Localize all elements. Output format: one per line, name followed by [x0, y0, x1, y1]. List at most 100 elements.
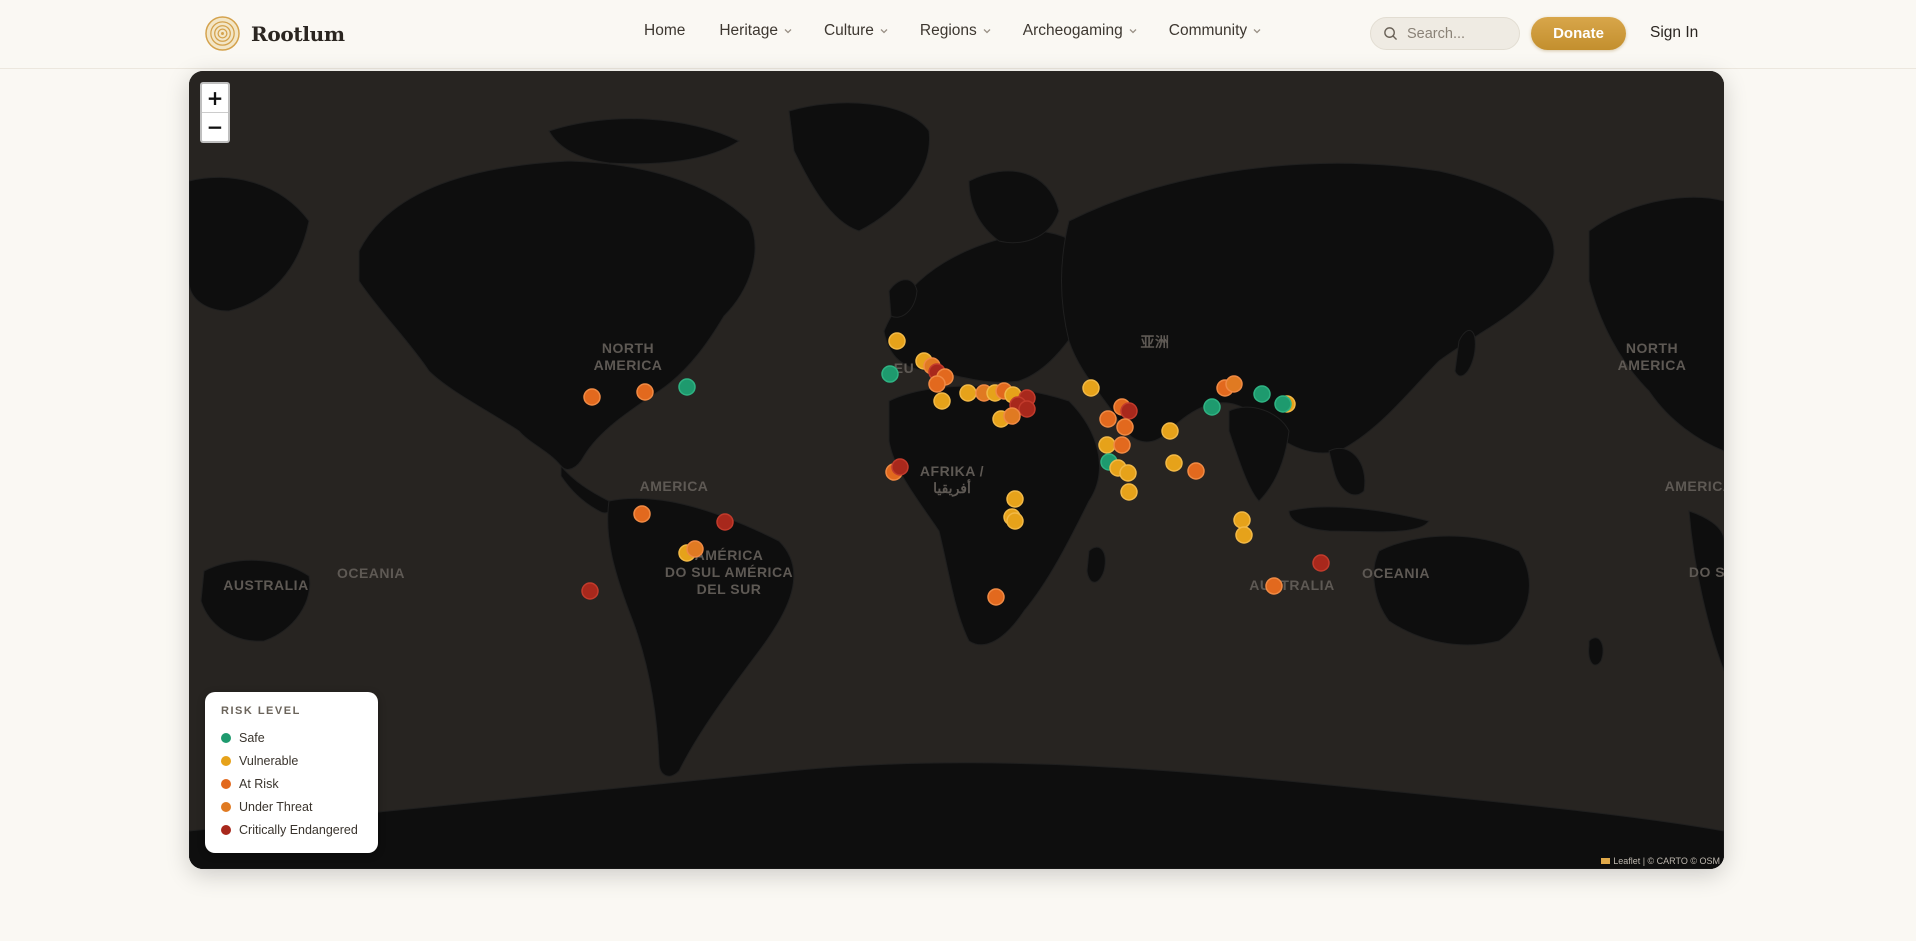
site-marker[interactable] [1225, 375, 1243, 393]
attribution-text: Leaflet | © CARTO © OSM [1613, 856, 1720, 866]
zoom-out-button[interactable]: − [202, 113, 228, 141]
site-marker[interactable] [633, 505, 651, 523]
world-map-base: NORTH AMERICA NORTH AMERICA AMERICA AMER… [189, 71, 1724, 869]
map-attribution[interactable]: Leaflet | © CARTO © OSM [1601, 856, 1720, 866]
legend-item-critically-endangered: Critically Endangered [221, 818, 362, 841]
label-south-america-2: DO SUL AMÉRICA [665, 564, 793, 580]
chevron-down-icon [1129, 29, 1137, 34]
nav-heritage[interactable]: Heritage [719, 22, 793, 40]
label-north-america-1: NORTH [602, 340, 654, 356]
site-marker[interactable] [1312, 554, 1330, 572]
nav-community[interactable]: Community [1169, 22, 1262, 40]
site-marker[interactable] [959, 384, 977, 402]
site-marker[interactable] [1116, 418, 1134, 436]
site-marker[interactable] [1253, 385, 1271, 403]
site-marker[interactable] [1099, 410, 1117, 428]
site-marker[interactable] [636, 383, 654, 401]
legend-title: RISK LEVEL [221, 705, 301, 717]
nav-archeogaming-label: Archeogaming [1022, 22, 1123, 39]
site-marker[interactable] [583, 388, 601, 406]
legend-item-safe: Safe [221, 726, 362, 749]
chevron-down-icon [1253, 29, 1261, 34]
legend-item-vulnerable: Vulnerable [221, 749, 362, 772]
label-oceania: OCEANIA [1362, 565, 1430, 581]
legend-item-at-risk: At Risk [221, 772, 362, 795]
nav-home-label: Home [644, 22, 686, 39]
label-australia: AUSTRALIA [1249, 577, 1334, 593]
label-america: AMERICA [640, 478, 709, 494]
heritage-risk-map[interactable]: NORTH AMERICA NORTH AMERICA AMERICA AMER… [189, 71, 1724, 869]
site-marker[interactable] [716, 513, 734, 531]
legend-dot-icon [221, 755, 231, 766]
search-box[interactable] [1370, 17, 1520, 50]
legend-label: At Risk [239, 776, 279, 791]
label-north-america-2: AMERICA [594, 357, 663, 373]
site-marker[interactable] [1120, 483, 1138, 501]
nav-heritage-label: Heritage [719, 22, 778, 39]
site-marker[interactable] [1203, 398, 1221, 416]
label-africa-2: أفريقيا [933, 478, 971, 497]
zoom-in-button[interactable]: + [202, 84, 228, 113]
search-input[interactable] [1407, 25, 1507, 42]
legend-dot-icon [221, 801, 231, 812]
nav-archeogaming[interactable]: Archeogaming [1023, 22, 1138, 40]
site-marker[interactable] [1098, 436, 1116, 454]
site-marker[interactable] [933, 392, 951, 410]
label-america-right: AMERICA [1665, 478, 1724, 494]
site-marker[interactable] [1265, 577, 1283, 595]
label-north-america-right-1: NORTH [1626, 340, 1678, 356]
site-marker[interactable] [1274, 395, 1292, 413]
site-marker[interactable] [1006, 490, 1024, 508]
site-marker[interactable] [1082, 379, 1100, 397]
site-marker[interactable] [1161, 422, 1179, 440]
chevron-down-icon [784, 29, 792, 34]
site-marker[interactable] [1018, 400, 1036, 418]
spiral-logo-icon [205, 16, 240, 51]
label-south-america-3: DEL SUR [697, 581, 762, 597]
site-marker[interactable] [1113, 436, 1131, 454]
label-oceania-left: OCEANIA [337, 565, 405, 581]
legend-label: Vulnerable [239, 753, 299, 768]
site-marker[interactable] [891, 458, 909, 476]
brand-name: Rootlum [251, 21, 345, 46]
site-marker[interactable] [987, 588, 1005, 606]
nav-community-label: Community [1168, 22, 1248, 39]
nav-regions[interactable]: Regions [920, 22, 992, 40]
legend-dot-icon [221, 824, 231, 835]
brand-logo[interactable]: Rootlum [205, 16, 345, 51]
label-australia-left: AUSTRALIA [223, 577, 308, 593]
site-marker[interactable] [888, 332, 906, 350]
nav-culture[interactable]: Culture [824, 22, 889, 40]
site-marker[interactable] [678, 378, 696, 396]
label-asia: 亚洲 [1141, 334, 1170, 350]
legend-item-under-threat: Under Threat [221, 795, 362, 818]
ukraine-flag-icon [1601, 858, 1611, 864]
legend-label: Under Threat [239, 799, 313, 814]
label-africa-1: AFRIKA / [920, 463, 984, 479]
chevron-down-icon [983, 29, 991, 34]
legend-label: Safe [239, 730, 265, 745]
site-marker[interactable] [881, 365, 899, 383]
nav-home[interactable]: Home [644, 22, 685, 40]
label-south-america-1: AMÉRICA [695, 547, 764, 563]
legend-label: Critically Endangered [239, 822, 358, 837]
site-marker[interactable] [928, 375, 946, 393]
site-marker[interactable] [1006, 512, 1024, 530]
site-marker[interactable] [1165, 454, 1183, 472]
nav-culture-label: Culture [823, 22, 874, 39]
site-marker[interactable] [1120, 402, 1138, 420]
main-nav: Home Heritage Culture Regions Archeogami… [644, 22, 1262, 40]
label-north-america-right-2: AMERICA [1618, 357, 1687, 373]
site-marker[interactable] [581, 582, 599, 600]
site-marker[interactable] [1187, 462, 1205, 480]
site-marker[interactable] [1233, 511, 1251, 529]
nav-regions-label: Regions [919, 22, 977, 39]
site-marker[interactable] [1003, 407, 1021, 425]
site-marker[interactable] [686, 540, 704, 558]
risk-legend: RISK LEVEL Safe Vulnerable At Risk Under… [205, 692, 378, 853]
site-marker[interactable] [1119, 464, 1137, 482]
site-marker[interactable] [1235, 526, 1253, 544]
zoom-control: + − [200, 82, 230, 143]
donate-button[interactable]: Donate [1531, 17, 1626, 50]
sign-in-link[interactable]: Sign In [1650, 24, 1698, 42]
